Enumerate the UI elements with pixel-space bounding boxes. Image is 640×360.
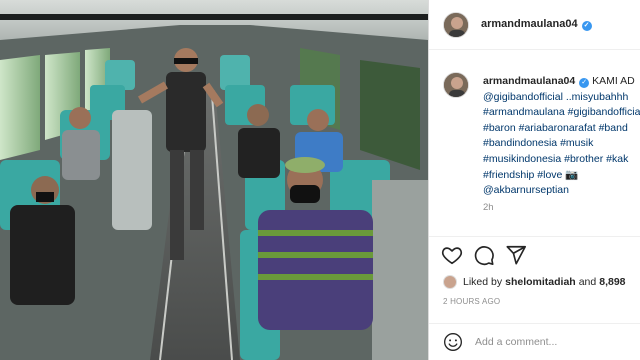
caption-line-0: armandmaulana04 ✓ KAMI AD	[483, 74, 640, 90]
post-photo[interactable]	[0, 0, 428, 360]
likes-count[interactable]: 8,898	[599, 276, 625, 288]
caption-line-4[interactable]: #bandindonesia #musik	[483, 136, 640, 152]
likes-summary[interactable]: Liked by shelomitadiah and 8,898	[443, 274, 629, 290]
caption-line-3[interactable]: #baron #ariabaronarafat #band	[483, 121, 640, 137]
train-photo-image	[0, 0, 428, 360]
likes-prefix: Liked by	[463, 276, 503, 288]
caption-text: armandmaulana04 ✓ KAMI AD @gigibandoffici…	[483, 74, 640, 199]
post-date: 2 HOURS AGO	[443, 297, 501, 306]
share-icon[interactable]	[505, 244, 527, 266]
caption-line-1[interactable]: @gigibandofficial ..misyubahhh	[483, 90, 640, 106]
caption-line-2[interactable]: #armandmaulana #gigibandofficial	[483, 105, 640, 121]
author-avatar[interactable]	[443, 12, 469, 38]
comment-input[interactable]	[475, 333, 635, 351]
caption-line-5[interactable]: #musikindonesia #brother #kak	[483, 152, 640, 168]
post-header: armandmaulana04 ✓	[429, 0, 640, 50]
heart-icon[interactable]	[441, 244, 463, 266]
verified-badge-icon: ✓	[581, 21, 592, 31]
author-username-text[interactable]: armandmaulana04	[481, 18, 578, 30]
actions-divider	[429, 236, 640, 237]
post-sidebar: armandmaulana04 ✓ armandmaulana04 ✓ KAMI A…	[428, 0, 640, 360]
likes-user[interactable]: shelomitadiah	[505, 276, 576, 288]
comment-bar	[429, 323, 640, 360]
liker-avatar	[443, 275, 457, 289]
caption-verified-badge-icon: ✓	[579, 78, 590, 88]
caption-line-7[interactable]: @akbarnurseptian	[483, 183, 640, 199]
caption-line-0-text: KAMI AD	[592, 75, 635, 87]
caption-block: armandmaulana04 ✓ KAMI AD @gigibandoffici…	[429, 62, 640, 232]
caption-author-avatar[interactable]	[443, 72, 469, 98]
author-username[interactable]: armandmaulana04 ✓	[481, 18, 592, 31]
caption-timestamp: 2h	[483, 202, 494, 213]
caption-line-6[interactable]: #friendship #love 📷	[483, 168, 640, 184]
likes-joiner: and	[578, 276, 597, 288]
action-bar	[429, 240, 640, 270]
smiley-icon[interactable]	[443, 332, 463, 352]
comment-icon[interactable]	[473, 244, 495, 266]
caption-username[interactable]: armandmaulana04	[483, 75, 575, 87]
